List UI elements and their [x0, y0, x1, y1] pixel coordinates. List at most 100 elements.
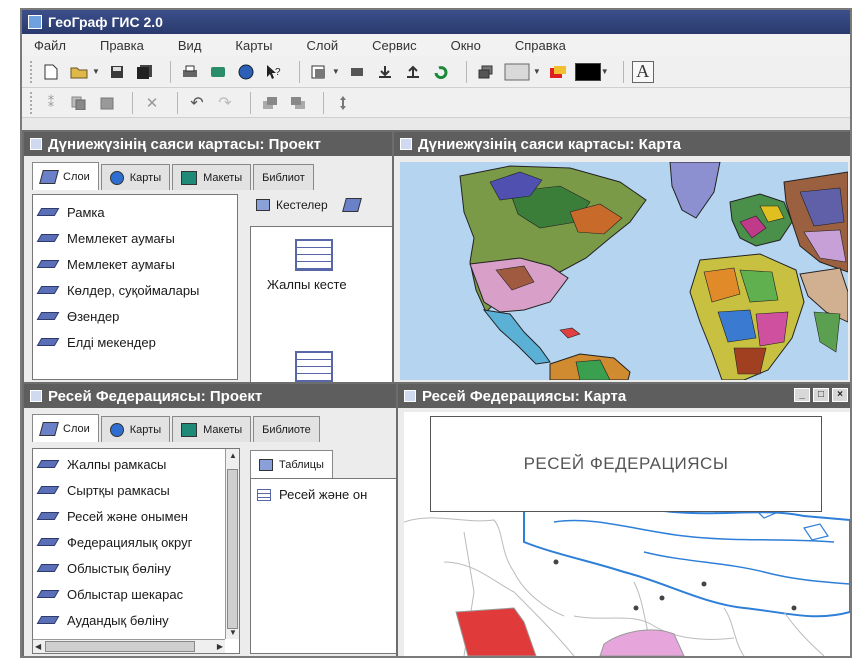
table-label[interactable]: Жалпы кесте — [267, 277, 347, 292]
list-item[interactable]: Облыстық бөліну — [33, 555, 239, 581]
layer-icon — [36, 538, 60, 546]
layer-icon — [36, 460, 60, 468]
list-item[interactable]: Аудандық бөліну — [33, 607, 239, 633]
russia-project-window: Ресей Федерациясы: Проект Слои Карты Мак… — [22, 382, 398, 656]
list-item[interactable]: Өзендер — [33, 303, 237, 329]
save-all-icon[interactable] — [134, 61, 156, 83]
toolbar-grip[interactable] — [30, 60, 34, 83]
tab-label: Макеты — [203, 423, 243, 436]
tab-library[interactable]: Библиот — [253, 164, 314, 190]
print-icon[interactable] — [179, 61, 201, 83]
map-title-box[interactable]: РЕСЕЙ ФЕДЕРАЦИЯСЫ — [430, 416, 822, 512]
list-item[interactable]: Ресей және онымен — [33, 503, 239, 529]
layer-label: Елді мекендер — [67, 334, 156, 350]
layers-stack-icon[interactable] — [475, 61, 497, 83]
list-item[interactable]: Мемлекет аумағы — [33, 251, 237, 277]
select-rect-icon[interactable] — [346, 61, 368, 83]
open-folder-icon[interactable] — [68, 61, 90, 83]
globe-icon[interactable] — [235, 61, 257, 83]
list-item[interactable]: Облыстар шекарас — [33, 581, 239, 607]
menu-view[interactable]: Вид — [178, 38, 202, 53]
scrollbar-thumb[interactable] — [227, 469, 238, 629]
table-item-label: Ресей және он — [279, 487, 368, 502]
list-item[interactable]: Мемлекет аумағы — [33, 225, 237, 251]
list-item[interactable]: Жалпы рамкасы — [33, 451, 239, 477]
line-color-swatch[interactable] — [574, 62, 601, 81]
delete-icon[interactable]: ✕ — [141, 92, 163, 114]
tab-tables[interactable]: Кестелер — [256, 198, 366, 212]
list-item[interactable]: Ресей және он — [251, 479, 396, 510]
russia-map-title-bar[interactable]: Ресей Федерациясы: Карта _ □ × — [398, 384, 850, 408]
save-icon[interactable] — [106, 61, 128, 83]
russia-map-canvas[interactable]: РЕСЕЙ ФЕДЕРАЦИЯСЫ — [403, 412, 850, 656]
open-dropdown-icon[interactable]: ▼ — [92, 67, 100, 76]
tab-layouts[interactable]: Макеты — [172, 416, 252, 442]
line-color-dropdown-icon[interactable]: ▼ — [601, 67, 609, 76]
fill-style-icon[interactable] — [503, 61, 531, 83]
undo-icon[interactable]: ↶ — [186, 92, 208, 114]
russia-project-title-bar[interactable]: Ресей Федерациясы: Проект — [24, 384, 396, 408]
scroll-down-icon[interactable]: ▼ — [229, 628, 237, 637]
copy-icon[interactable] — [68, 92, 90, 114]
maximize-icon[interactable]: □ — [813, 388, 829, 402]
world-map-canvas[interactable] — [400, 161, 849, 381]
list-item[interactable]: Көлдер, суқоймалары — [33, 277, 237, 303]
russia-project-title: Ресей Федерациясы: Проект — [48, 387, 263, 405]
menu-window[interactable]: Окно — [451, 38, 481, 53]
download-icon[interactable] — [374, 61, 396, 83]
fill-style-dropdown-icon[interactable]: ▼ — [533, 67, 541, 76]
cut-icon[interactable]: ⁑ — [40, 92, 62, 114]
world-map-window: Дүниежүзінің саяси картасы: Карта — [392, 130, 850, 384]
tab-layouts[interactable]: Макеты — [172, 164, 252, 190]
world-project-title-bar[interactable]: Дүниежүзінің саяси картасы: Проект — [24, 132, 392, 156]
table-icon[interactable] — [295, 239, 333, 271]
text-tool-icon[interactable]: A — [631, 60, 654, 83]
layer-label: Федерациялық округ — [67, 534, 193, 550]
tab-maps[interactable]: Карты — [100, 164, 171, 190]
tab-maps[interactable]: Карты — [100, 416, 171, 442]
menu-service[interactable]: Сервис — [372, 38, 417, 53]
menu-maps[interactable]: Карты — [235, 38, 272, 53]
paste-icon[interactable] — [96, 92, 118, 114]
list-item[interactable]: Елді мекендер — [33, 329, 237, 355]
new-document-icon[interactable] — [40, 61, 62, 83]
close-icon[interactable]: × — [832, 388, 848, 402]
list-item[interactable]: Рамка — [33, 199, 237, 225]
tab-tables[interactable]: Таблицы — [250, 450, 333, 478]
tab-label: Карты — [129, 171, 162, 184]
minimize-icon[interactable]: _ — [794, 388, 810, 402]
world-project-window: Дүниежүзінің саяси картасы: Проект Слои … — [22, 130, 394, 384]
tab-layers[interactable]: Слои — [32, 414, 99, 442]
menu-file[interactable]: Файл — [34, 38, 66, 53]
pan-icon[interactable] — [332, 92, 354, 114]
scroll-up-icon[interactable]: ▲ — [229, 451, 237, 460]
list-item[interactable]: Федерациялық округ — [33, 529, 239, 555]
layer-label: Мемлекет аумағы — [67, 256, 175, 272]
table-icon[interactable] — [295, 351, 333, 382]
list-item[interactable]: Сыртқы рамкасы — [33, 477, 239, 503]
toolbar-grip[interactable] — [30, 91, 34, 114]
move-down-icon[interactable] — [287, 92, 309, 114]
scrollbar-thumb[interactable] — [45, 641, 195, 652]
app-icon — [28, 15, 42, 29]
tab-label: Слои — [63, 170, 90, 183]
tab-layers[interactable]: Слои — [32, 162, 99, 190]
tab-library[interactable]: Библиоте — [253, 416, 320, 442]
add-layer-dropdown-icon[interactable]: ▼ — [332, 67, 340, 76]
scroll-left-icon[interactable]: ◀ — [35, 642, 41, 651]
redo-icon[interactable]: ↷ — [214, 92, 236, 114]
vertical-scrollbar[interactable]: ▲ ▼ — [225, 449, 239, 639]
scroll-right-icon[interactable]: ▶ — [217, 642, 223, 651]
world-map-title-bar[interactable]: Дүниежүзінің саяси картасы: Карта — [394, 132, 850, 156]
menu-edit[interactable]: Правка — [100, 38, 144, 53]
upload-icon[interactable] — [402, 61, 424, 83]
move-up-icon[interactable] — [259, 92, 281, 114]
horizontal-scrollbar[interactable]: ◀ ▶ — [33, 639, 225, 653]
help-pointer-icon[interactable]: ? — [263, 61, 285, 83]
add-layer-icon[interactable] — [308, 61, 330, 83]
preview-icon[interactable] — [207, 61, 229, 83]
menu-help[interactable]: Справка — [515, 38, 566, 53]
menu-layer[interactable]: Слой — [306, 38, 338, 53]
refresh-icon[interactable] — [430, 61, 452, 83]
fill-color-icon[interactable] — [547, 61, 569, 83]
